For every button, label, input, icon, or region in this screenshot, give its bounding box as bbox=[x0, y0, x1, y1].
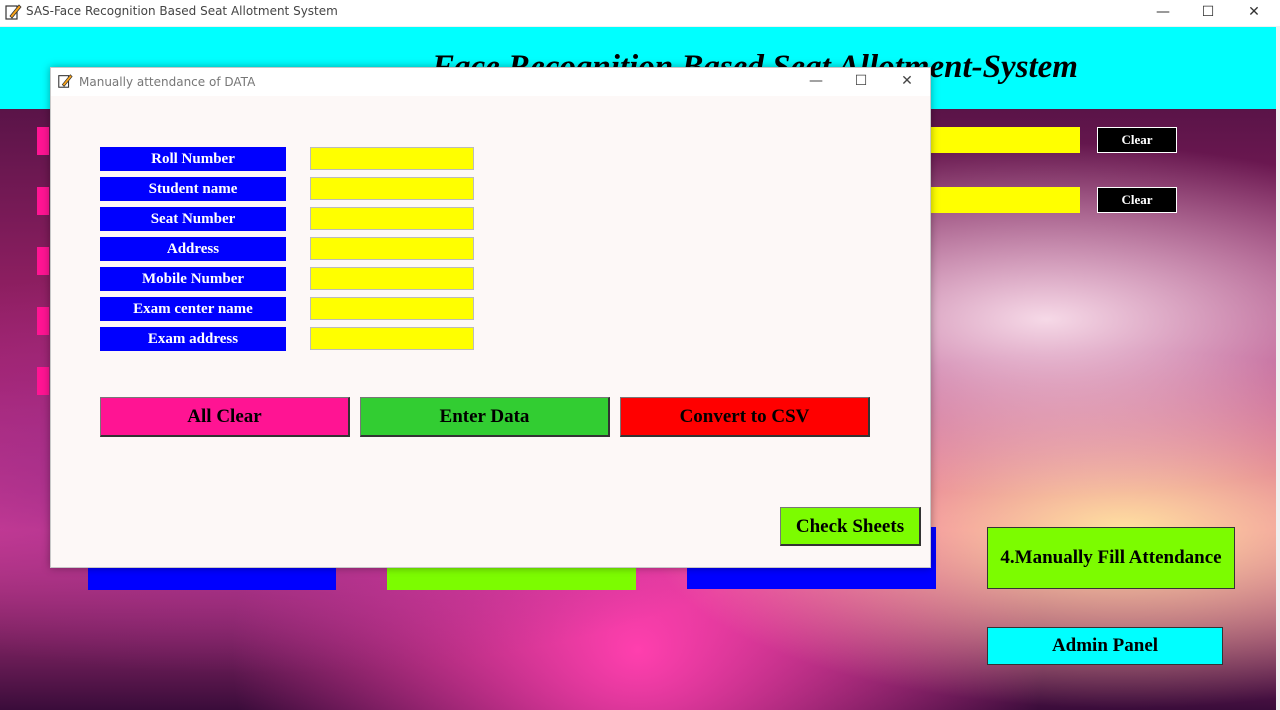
address-input[interactable] bbox=[310, 237, 474, 260]
left-pink-tab bbox=[37, 247, 49, 275]
left-pink-tab bbox=[37, 367, 49, 395]
clear-button[interactable]: Clear bbox=[1097, 127, 1177, 153]
main-input-field[interactable] bbox=[930, 127, 1080, 153]
seat-number-label: Seat Number bbox=[100, 207, 286, 231]
dialog-maximize-button[interactable]: ☐ bbox=[838, 68, 884, 96]
left-pink-tab bbox=[37, 127, 49, 155]
main-title-bar: SAS-Face Recognition Based Seat Allotmen… bbox=[0, 0, 1280, 26]
feather-pen-icon bbox=[5, 4, 22, 20]
roll-number-input[interactable] bbox=[310, 147, 474, 170]
student-name-input[interactable] bbox=[310, 177, 474, 200]
dialog-title-bar: Manually attendance of DATA — ☐ ✕ bbox=[51, 68, 930, 96]
clear-button[interactable]: Clear bbox=[1097, 187, 1177, 213]
left-pink-tab bbox=[37, 307, 49, 335]
manual-attendance-dialog: Manually attendance of DATA — ☐ ✕ Roll N… bbox=[50, 67, 931, 568]
dialog-title: Manually attendance of DATA bbox=[79, 75, 256, 89]
dialog-minimize-button[interactable]: — bbox=[793, 68, 839, 96]
main-input-field[interactable] bbox=[930, 187, 1080, 213]
convert-to-csv-button[interactable]: Convert to CSV bbox=[620, 397, 870, 437]
manually-fill-attendance-button[interactable]: 4.Manually Fill Attendance bbox=[987, 527, 1235, 589]
enter-data-button[interactable]: Enter Data bbox=[360, 397, 610, 437]
address-label: Address bbox=[100, 237, 286, 261]
left-pink-tab bbox=[37, 187, 49, 215]
exam-address-label: Exam address bbox=[100, 327, 286, 351]
window-title: SAS-Face Recognition Based Seat Allotmen… bbox=[26, 4, 338, 18]
exam-address-input[interactable] bbox=[310, 327, 474, 350]
check-sheets-button[interactable]: Check Sheets bbox=[780, 507, 921, 546]
maximize-button[interactable]: ☐ bbox=[1185, 0, 1231, 26]
dialog-close-button[interactable]: ✕ bbox=[884, 68, 930, 96]
admin-panel-button[interactable]: Admin Panel bbox=[987, 627, 1223, 665]
student-name-label: Student name bbox=[100, 177, 286, 201]
minimize-button[interactable]: — bbox=[1140, 0, 1186, 26]
mobile-number-label: Mobile Number bbox=[100, 267, 286, 291]
mobile-number-input[interactable] bbox=[310, 267, 474, 290]
all-clear-button[interactable]: All Clear bbox=[100, 397, 350, 437]
seat-number-input[interactable] bbox=[310, 207, 474, 230]
roll-number-label: Roll Number bbox=[100, 147, 286, 171]
exam-center-name-label: Exam center name bbox=[100, 297, 286, 321]
close-button[interactable]: ✕ bbox=[1231, 0, 1277, 26]
feather-pen-icon bbox=[58, 74, 73, 88]
exam-center-name-input[interactable] bbox=[310, 297, 474, 320]
